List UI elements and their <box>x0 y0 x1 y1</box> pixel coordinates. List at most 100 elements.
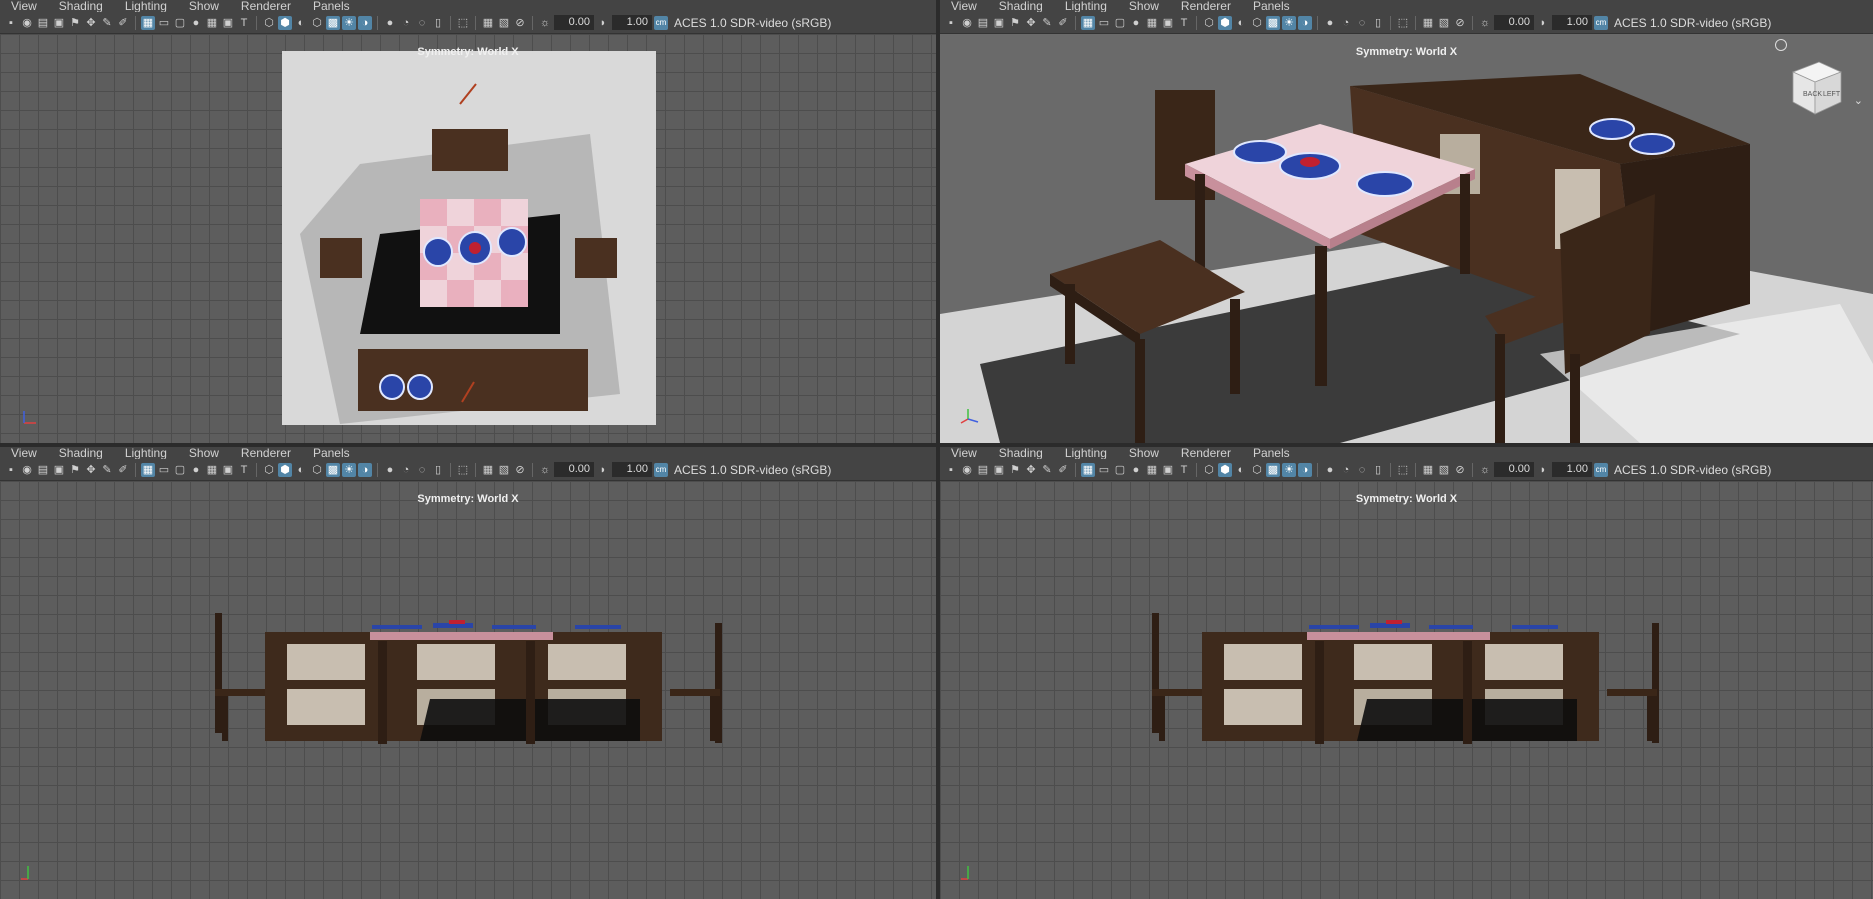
screen-space-ao-icon[interactable]: ● <box>383 463 397 477</box>
menu-show[interactable]: Show <box>1118 447 1170 459</box>
resolution-gate-icon[interactable]: ▢ <box>173 463 187 477</box>
image-plane-icon[interactable]: ▣ <box>992 463 1006 477</box>
color-management-icon[interactable]: cm <box>654 15 668 30</box>
menu-panels[interactable]: Panels <box>1242 0 1301 12</box>
bookmark-flag-icon[interactable]: ⚑ <box>68 463 82 477</box>
image-plane-icon[interactable]: ▣ <box>52 463 66 477</box>
use-all-lights-icon[interactable]: ☀ <box>1282 462 1296 477</box>
exposure-icon[interactable]: ☼ <box>538 463 552 477</box>
image-plane-icon[interactable]: ▣ <box>992 16 1006 30</box>
color-management-icon[interactable]: cm <box>654 462 668 477</box>
shadows-icon[interactable]: ◑ <box>1298 15 1312 30</box>
use-all-lights-icon[interactable]: ☀ <box>342 15 356 30</box>
pencil-icon[interactable]: ✐ <box>1056 463 1070 477</box>
viewcube-menu-chevron-icon[interactable]: ⌄ <box>1854 94 1863 107</box>
xray-icon[interactable]: ▦ <box>1421 463 1435 477</box>
gamma-icon[interactable]: ◗ <box>1536 16 1550 30</box>
gamma-icon[interactable]: ◗ <box>596 463 610 477</box>
menu-view[interactable]: View <box>940 0 988 12</box>
field-chart-icon[interactable]: ▦ <box>1145 463 1159 477</box>
viewport-top[interactable]: Symmetry: World X <box>0 34 936 443</box>
2d-pan-zoom-icon[interactable]: ✥ <box>84 463 98 477</box>
xray-joints-icon[interactable]: ▧ <box>1437 463 1451 477</box>
isolate-select-icon[interactable]: ⬚ <box>456 463 470 477</box>
resolution-gate-icon[interactable]: ▢ <box>173 16 187 30</box>
motion-blur-icon[interactable]: ◔ <box>399 16 413 30</box>
safe-title-icon[interactable]: T <box>1177 463 1191 477</box>
isolate-select-icon[interactable]: ⬚ <box>1396 463 1410 477</box>
pencil-icon[interactable]: ✐ <box>1056 16 1070 30</box>
field-chart-icon[interactable]: ▦ <box>1145 16 1159 30</box>
gamma-field[interactable]: 1.00 <box>1552 15 1592 30</box>
safe-title-icon[interactable]: T <box>1177 16 1191 30</box>
menu-panels[interactable]: Panels <box>302 0 361 12</box>
default-material-icon[interactable]: ◐ <box>1234 16 1248 30</box>
menu-shading[interactable]: Shading <box>988 447 1054 459</box>
grease-pencil-icon[interactable]: ✎ <box>100 463 114 477</box>
shadows-icon[interactable]: ◑ <box>1298 462 1312 477</box>
textured-icon[interactable]: ▩ <box>326 15 340 30</box>
exposure-field[interactable]: 0.00 <box>1494 462 1534 477</box>
viewport-divider-vertical[interactable] <box>936 0 940 899</box>
wireframe-icon[interactable]: ⬡ <box>1202 463 1216 477</box>
xray-components-icon[interactable]: ⊘ <box>513 463 527 477</box>
grid-icon[interactable]: ▦ <box>141 462 155 477</box>
exposure-icon[interactable]: ☼ <box>538 16 552 30</box>
grid-icon[interactable]: ▦ <box>141 15 155 30</box>
gate-mask-icon[interactable]: ● <box>189 16 203 30</box>
bookmark-icon[interactable]: ▤ <box>36 463 50 477</box>
default-material-icon[interactable]: ◐ <box>294 463 308 477</box>
pencil-icon[interactable]: ✐ <box>116 16 130 30</box>
wireframe-icon[interactable]: ⬡ <box>262 16 276 30</box>
exposure-icon[interactable]: ☼ <box>1478 16 1492 30</box>
color-management-icon[interactable]: cm <box>1594 15 1608 30</box>
film-gate-icon[interactable]: ▭ <box>157 16 171 30</box>
select-camera-icon[interactable]: ▪ <box>4 16 18 30</box>
color-management-icon[interactable]: cm <box>1594 462 1608 477</box>
image-plane-icon[interactable]: ▣ <box>52 16 66 30</box>
menu-shading[interactable]: Shading <box>48 0 114 12</box>
bookmark-flag-icon[interactable]: ⚑ <box>1008 16 1022 30</box>
field-chart-icon[interactable]: ▦ <box>205 16 219 30</box>
bookmark-icon[interactable]: ▤ <box>976 463 990 477</box>
viewcube-icon[interactable]: BACK LEFT <box>1785 58 1847 118</box>
anti-aliasing-icon[interactable]: ◌ <box>1355 463 1369 477</box>
menu-renderer[interactable]: Renderer <box>1170 0 1242 12</box>
use-all-lights-icon[interactable]: ☀ <box>1282 15 1296 30</box>
gate-mask-icon[interactable]: ● <box>189 463 203 477</box>
menu-view[interactable]: View <box>0 447 48 459</box>
gamma-icon[interactable]: ◗ <box>596 16 610 30</box>
anti-aliasing-icon[interactable]: ◌ <box>415 463 429 477</box>
anti-aliasing-icon[interactable]: ◌ <box>1355 16 1369 30</box>
resolution-gate-icon[interactable]: ▢ <box>1113 463 1127 477</box>
menu-lighting[interactable]: Lighting <box>1054 0 1118 12</box>
gamma-field[interactable]: 1.00 <box>1552 462 1592 477</box>
menu-view[interactable]: View <box>940 447 988 459</box>
select-camera-icon[interactable]: ▪ <box>4 463 18 477</box>
screen-space-ao-icon[interactable]: ● <box>383 16 397 30</box>
depth-of-field-icon[interactable]: ▯ <box>431 463 445 477</box>
field-chart-icon[interactable]: ▦ <box>205 463 219 477</box>
viewport-side[interactable]: Symmetry: World X <box>940 481 1873 899</box>
gate-mask-icon[interactable]: ● <box>1129 463 1143 477</box>
smooth-shade-icon[interactable]: ⬢ <box>278 15 292 30</box>
motion-blur-icon[interactable]: ◔ <box>399 463 413 477</box>
menu-lighting[interactable]: Lighting <box>114 447 178 459</box>
wireframe-icon[interactable]: ⬡ <box>1202 16 1216 30</box>
wireframe-on-shaded-icon[interactable]: ⬡ <box>310 463 324 477</box>
xray-components-icon[interactable]: ⊘ <box>1453 16 1467 30</box>
gamma-field[interactable]: 1.00 <box>612 462 652 477</box>
screen-space-ao-icon[interactable]: ● <box>1323 16 1337 30</box>
grid-icon[interactable]: ▦ <box>1081 15 1095 30</box>
pencil-icon[interactable]: ✐ <box>116 463 130 477</box>
camera-attributes-icon[interactable]: ◉ <box>960 463 974 477</box>
menu-show[interactable]: Show <box>178 447 230 459</box>
camera-attributes-icon[interactable]: ◉ <box>20 463 34 477</box>
resolution-gate-icon[interactable]: ▢ <box>1113 16 1127 30</box>
gamma-icon[interactable]: ◗ <box>1536 463 1550 477</box>
xray-components-icon[interactable]: ⊘ <box>1453 463 1467 477</box>
motion-blur-icon[interactable]: ◔ <box>1339 16 1353 30</box>
menu-shading[interactable]: Shading <box>988 0 1054 12</box>
view-transform-label[interactable]: ACES 1.0 SDR-video (sRGB) <box>674 16 831 30</box>
exposure-field[interactable]: 0.00 <box>1494 15 1534 30</box>
